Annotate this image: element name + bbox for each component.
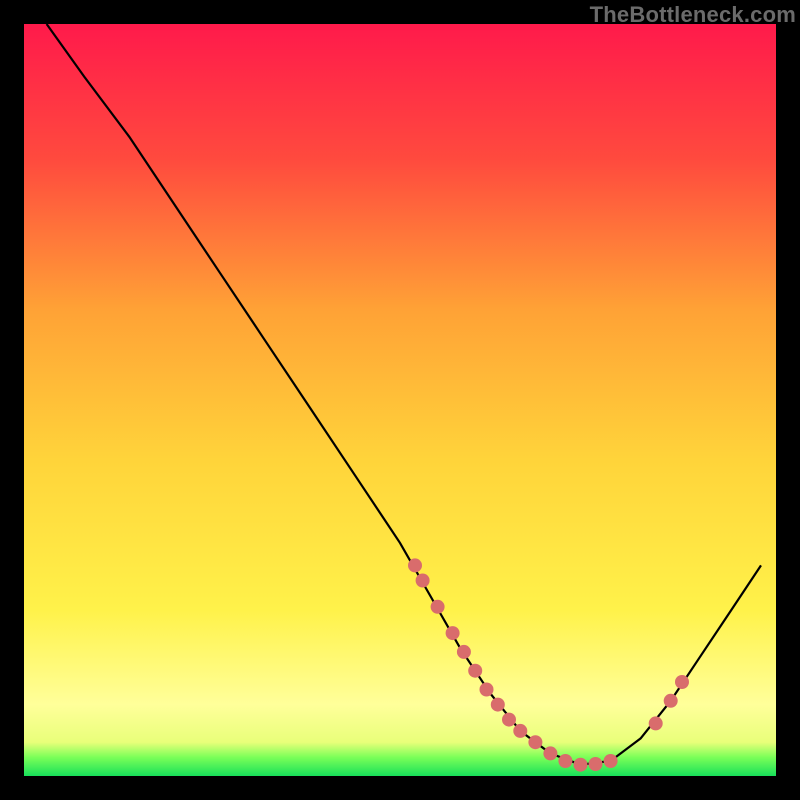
curve-marker: [675, 675, 689, 689]
bottleneck-curve-chart: [24, 24, 776, 776]
curve-marker: [574, 758, 588, 772]
curve-marker: [558, 754, 572, 768]
curve-marker: [457, 645, 471, 659]
curve-marker: [604, 754, 618, 768]
curve-marker: [528, 735, 542, 749]
curve-marker: [513, 724, 527, 738]
curve-marker: [664, 694, 678, 708]
curve-marker: [589, 757, 603, 771]
plot-background: [24, 24, 776, 776]
curve-marker: [491, 698, 505, 712]
curve-marker: [446, 626, 460, 640]
curve-marker: [649, 716, 663, 730]
curve-marker: [431, 600, 445, 614]
chart-frame: [24, 24, 776, 776]
curve-marker: [543, 746, 557, 760]
curve-marker: [468, 664, 482, 678]
curve-marker: [502, 713, 516, 727]
watermark-text: TheBottleneck.com: [590, 2, 796, 28]
curve-marker: [480, 683, 494, 697]
curve-marker: [416, 574, 430, 588]
curve-marker: [408, 558, 422, 572]
